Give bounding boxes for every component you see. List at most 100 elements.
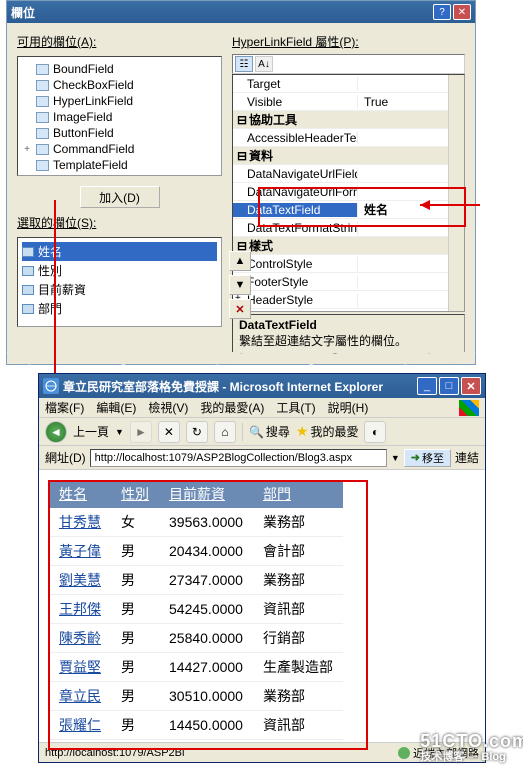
selected-item[interactable]: 姓名	[22, 242, 217, 261]
stop-button[interactable]: ✕	[158, 421, 180, 443]
selected-item[interactable]: 部門	[22, 299, 217, 318]
property-row[interactable]: +HeaderStyle	[233, 291, 464, 309]
property-row[interactable]: ⊟協助工具	[233, 111, 464, 129]
selected-item[interactable]: 性別	[22, 261, 217, 280]
back-dropdown-icon[interactable]: ▼	[115, 427, 124, 437]
column-header[interactable]: 性別	[111, 480, 159, 508]
search-button[interactable]: 🔍 搜尋	[249, 423, 290, 440]
tree-item[interactable]: ImageField	[22, 109, 217, 125]
status-text: http://localhost:1079/ASP2Bl	[45, 747, 390, 759]
available-fields-tree[interactable]: BoundFieldCheckBoxFieldHyperLinkFieldIma…	[17, 56, 222, 176]
add-button[interactable]: 加入(D)	[80, 186, 160, 208]
menu-item[interactable]: 檢視(V)	[148, 399, 188, 416]
selected-fields-label: 選取的欄位(S):	[17, 214, 222, 231]
move-up-button[interactable]: ▲	[229, 251, 251, 271]
help-button[interactable]: ?	[433, 4, 451, 20]
field-icon	[36, 96, 49, 107]
property-row[interactable]: DataNavigateUrlForm	[233, 183, 464, 201]
name-link[interactable]: 黃子偉	[49, 537, 111, 566]
minimize-button[interactable]: _	[417, 377, 437, 395]
home-button[interactable]: ⌂	[214, 421, 236, 443]
go-button[interactable]: ➜移至	[404, 449, 451, 467]
property-row[interactable]: ⊟資料	[233, 147, 464, 165]
close-button[interactable]: ✕	[453, 4, 471, 20]
history-button[interactable]: ◐	[364, 421, 386, 443]
name-link[interactable]: 甘秀慧	[49, 508, 111, 537]
menu-item[interactable]: 編輯(E)	[96, 399, 136, 416]
forward-button[interactable]: ►	[130, 421, 152, 443]
property-row[interactable]: VisibleTrue	[233, 93, 464, 111]
field-icon	[36, 128, 49, 139]
address-dropdown-icon[interactable]: ▼	[391, 453, 400, 463]
alphabetical-button[interactable]: A↓	[255, 56, 273, 72]
table-cell: 男	[111, 653, 159, 682]
name-link[interactable]: 王邦傑	[49, 595, 111, 624]
menu-item[interactable]: 工具(T)	[276, 399, 315, 416]
selected-item[interactable]: 目前薪資	[22, 280, 217, 299]
property-row[interactable]: +ControlStyle	[233, 255, 464, 273]
property-row[interactable]: AccessibleHeaderText	[233, 129, 464, 147]
favorites-button[interactable]: ★ 我的最愛	[296, 423, 359, 440]
refresh-button[interactable]: ↻	[186, 421, 208, 443]
field-icon	[22, 247, 34, 257]
fields-dialog: 欄位 ? ✕ 可用的欄位(A): BoundFieldCheckBoxField…	[6, 0, 476, 365]
back-button[interactable]: ◄	[45, 421, 67, 443]
propdesc-title: DataTextField	[239, 318, 458, 332]
table-cell: 男	[111, 682, 159, 711]
property-grid[interactable]: TargetVisibleTrue⊟協助工具AccessibleHeaderTe…	[232, 74, 465, 312]
menu-item[interactable]: 說明(H)	[328, 399, 369, 416]
selected-fields-list[interactable]: 姓名性別目前薪資部門	[17, 237, 222, 327]
browser-menubar: 檔案(F) 編輯(E) 檢視(V) 我的最愛(A) 工具(T) 說明(H)	[39, 398, 485, 418]
property-row[interactable]: DataTextField姓名	[233, 201, 464, 219]
go-arrow-icon: ➜	[411, 451, 420, 464]
column-header[interactable]: 部門	[253, 480, 343, 508]
delete-button[interactable]: ✕	[229, 299, 251, 319]
property-row[interactable]: DataNavigateUrlField	[233, 165, 464, 183]
browser-window: 章立民研究室部落格免費授課 - Microsoft Internet Explo…	[38, 373, 486, 763]
move-down-button[interactable]: ▼	[229, 275, 251, 295]
menu-item[interactable]: 檔案(F)	[45, 399, 84, 416]
links-label[interactable]: 連結	[455, 449, 479, 466]
propgrid-scrollbar[interactable]	[448, 75, 464, 311]
field-icon	[36, 80, 49, 91]
address-input[interactable]	[90, 449, 387, 467]
categorized-button[interactable]: ☷	[235, 56, 253, 72]
table-cell: 會計部	[253, 537, 343, 566]
table-row: 陳秀齡男25840.0000行銷部	[49, 624, 343, 653]
maximize-button[interactable]: □	[439, 377, 459, 395]
browser-close-button[interactable]: ✕	[461, 377, 481, 395]
property-row[interactable]: +ItemStyle	[233, 309, 464, 312]
name-link[interactable]: 章立民	[49, 682, 111, 711]
tree-item[interactable]: CheckBoxField	[22, 77, 217, 93]
field-icon	[22, 304, 34, 314]
column-header[interactable]: 姓名	[49, 480, 111, 508]
zone-icon	[398, 747, 410, 759]
table-cell: 54245.0000	[159, 595, 253, 624]
dialog-titlebar: 欄位 ? ✕	[7, 1, 475, 23]
name-link[interactable]: 劉美慧	[49, 566, 111, 595]
name-link[interactable]: 張耀仁	[49, 711, 111, 740]
property-row[interactable]: +FooterStyle	[233, 273, 464, 291]
column-header[interactable]: 目前薪資	[159, 480, 253, 508]
tree-item[interactable]: ButtonField	[22, 125, 217, 141]
field-icon	[36, 112, 49, 123]
tree-item[interactable]: TemplateField	[22, 157, 217, 173]
browser-toolbar: ◄ 上一頁 ▼ ► ✕ ↻ ⌂ 🔍 搜尋 ★ 我的最愛 ◐	[39, 418, 485, 446]
available-fields-label: 可用的欄位(A):	[17, 33, 222, 50]
field-icon	[22, 285, 34, 295]
name-link[interactable]: 賈益堅	[49, 653, 111, 682]
property-row[interactable]: ⊟樣式	[233, 237, 464, 255]
menu-item[interactable]: 我的最愛(A)	[200, 399, 264, 416]
table-cell: 資訊部	[253, 595, 343, 624]
tree-item[interactable]: HyperLinkField	[22, 93, 217, 109]
table-cell: 20434.0000	[159, 537, 253, 566]
table-cell: 39563.0000	[159, 508, 253, 537]
property-row[interactable]: DataTextFormatString	[233, 219, 464, 237]
name-link[interactable]: 陳秀齡	[49, 624, 111, 653]
table-cell: 男	[111, 711, 159, 740]
property-row[interactable]: Target	[233, 75, 464, 93]
tree-item[interactable]: BoundField	[22, 61, 217, 77]
table-row: 賈益堅男14427.0000生產製造部	[49, 653, 343, 682]
ie-icon	[43, 378, 59, 394]
tree-item[interactable]: +CommandField	[22, 141, 217, 157]
